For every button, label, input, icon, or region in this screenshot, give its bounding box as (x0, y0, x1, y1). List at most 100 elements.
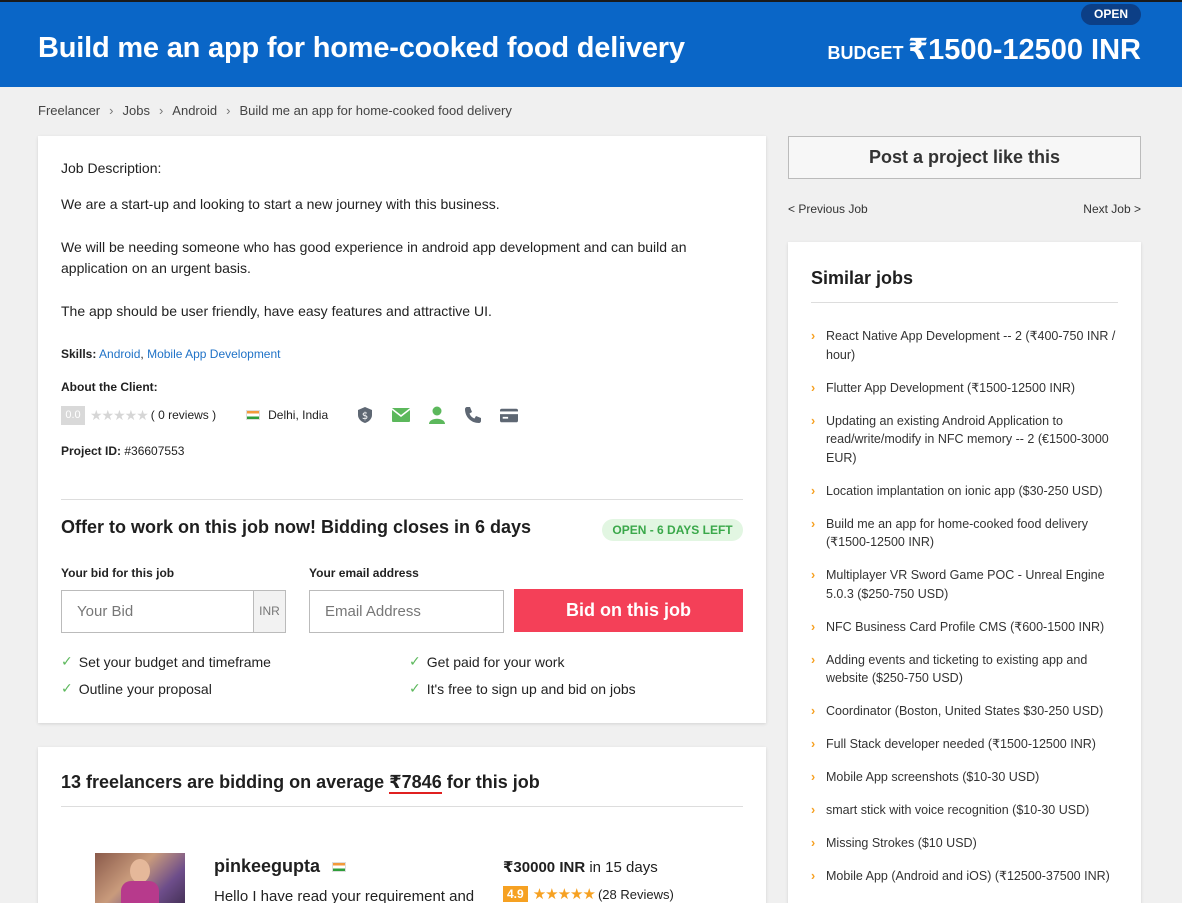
breadcrumb: Freelancer › Jobs › Android › Build me an app … (38, 103, 512, 118)
bid-placeholder: Your Bid (77, 603, 134, 620)
profile-verified-icon (428, 406, 446, 424)
description-paragraph: We are a start-up and looking to start a… (61, 196, 500, 212)
status-badge: OPEN (1081, 4, 1141, 25)
next-job-link[interactable]: Next Job > (1083, 202, 1141, 216)
breadcrumb-jobs[interactable]: Jobs (122, 103, 149, 118)
budget-label: BUDGET (827, 43, 904, 63)
client-reviews: ( 0 reviews ) (150, 408, 217, 422)
bid-button[interactable]: Bid on this job (514, 589, 743, 632)
bidder-name[interactable]: pinkeegupta (214, 856, 347, 877)
india-flag-icon (332, 861, 347, 872)
rating-stars: ★★★★★ (532, 886, 596, 903)
bidder-username[interactable]: pinkeegupta (214, 856, 320, 877)
post-project-button[interactable]: Post a project like this (788, 136, 1141, 179)
similar-job-link[interactable]: smart stick with voice recognition ($10-… (811, 801, 1121, 820)
client-rating: 0.0 (61, 405, 85, 425)
email-label: Your email address (309, 566, 419, 580)
divider (811, 302, 1118, 303)
bidder-proposal: Hello I have read your requirement and (214, 888, 475, 903)
bidders-card: 13 freelancers are bidding on average ₹7… (38, 747, 766, 903)
similar-job-link[interactable]: React Native App Development -- 2 (₹400-… (811, 327, 1121, 364)
bid-amount: ₹30000 INR in 15 days (503, 858, 658, 876)
job-details-card: Job Description: We are a start-up and l… (38, 136, 766, 723)
bid-input[interactable]: Your Bid INR (61, 590, 286, 633)
breadcrumb-freelancer[interactable]: Freelancer (38, 103, 100, 118)
client-info: 0.0 ★★★★★ ( 0 reviews ) Delhi, India $ (61, 404, 536, 426)
budget: BUDGET ₹1500-12500 INR (828, 32, 1141, 67)
similar-job-link[interactable]: Updating an existing Android Application… (811, 412, 1121, 468)
similar-job-link[interactable]: Build me an app for home-cooked food del… (811, 515, 1121, 552)
skill-link-mobile-app[interactable]: Mobile App Development (147, 347, 280, 361)
rating-score: 4.9 (503, 886, 528, 902)
check-icon: ✓ (61, 653, 73, 669)
bidders-title-text: 13 freelancers are bidding on average (61, 772, 390, 792)
breadcrumb-android[interactable]: Android (172, 103, 217, 118)
rating-reviews: (28 Reviews) (597, 886, 674, 902)
benefit-item: ✓ Outline your proposal (61, 680, 212, 697)
project-id-value: #36607553 (124, 444, 185, 458)
email-verified-icon (392, 406, 411, 424)
check-icon: ✓ (409, 653, 421, 669)
job-header: Build me an app for home-cooked food del… (0, 0, 1182, 87)
breadcrumb-separator: › (109, 103, 114, 118)
benefit-item: ✓ It's free to sign up and bid on jobs (409, 680, 636, 697)
similar-job-link[interactable]: Mobile App (Android and iOS) (₹12500-375… (811, 867, 1121, 886)
verification-icons: $ (356, 406, 536, 424)
similar-job-link[interactable]: Flutter App Development (₹1500-12500 INR… (811, 379, 1121, 398)
payment-verified-icon: $ (356, 406, 374, 424)
benefit-text: Set your budget and timeframe (78, 653, 271, 670)
similar-jobs-title: Similar jobs (811, 268, 914, 288)
project-id-label: Project ID: (61, 444, 122, 458)
similar-job-link[interactable]: Missing Strokes ($10 USD) (811, 834, 1121, 853)
skills: Skills: Android, Mobile App Development (61, 347, 281, 361)
similar-job-link[interactable]: Adding events and ticketing to existing … (811, 651, 1121, 688)
description-paragraph: The app should be user friendly, have ea… (61, 303, 492, 319)
divider (61, 499, 743, 500)
benefit-item: ✓ Set your budget and timeframe (61, 653, 271, 670)
similar-job-link[interactable]: Location implantation on ionic app ($30-… (811, 482, 1121, 501)
phone-icon (464, 406, 482, 424)
client-location: Delhi, India (268, 408, 329, 422)
bidders-title-text: for this job (441, 772, 540, 792)
divider (61, 806, 743, 807)
job-description-label: Job Description: (61, 160, 162, 176)
similar-job-link[interactable]: Full Stack developer needed (₹1500-12500… (811, 735, 1121, 754)
offer-title: Offer to work on this job now! Bidding c… (61, 517, 532, 537)
avatar[interactable] (95, 853, 185, 903)
benefit-item: ✓ Get paid for your work (409, 653, 564, 670)
average-bid: ₹7846 (389, 772, 442, 794)
breadcrumb-separator: › (158, 103, 164, 118)
benefit-text: Outline your proposal (78, 680, 212, 697)
project-id: Project ID: #36607553 (61, 444, 184, 458)
similar-job-link[interactable]: NFC Business Card Profile CMS (₹600-1500… (811, 618, 1121, 637)
check-icon: ✓ (61, 680, 73, 696)
about-client-label: About the Client: (61, 380, 158, 394)
check-icon: ✓ (409, 680, 421, 696)
india-flag-icon (246, 410, 261, 420)
payment-card-icon (500, 406, 519, 424)
benefit-text: It's free to sign up and bid on jobs (426, 680, 636, 697)
previous-job-link[interactable]: < Previous Job (788, 202, 868, 216)
bid-duration: in 15 days (585, 859, 658, 876)
bidder-rating: 4.9 ★★★★★ (28 Reviews) (503, 885, 674, 903)
email-input[interactable]: Email Address (309, 590, 504, 633)
bidders-title: 13 freelancers are bidding on average ₹7… (61, 772, 540, 794)
rating-stars: ★★★★★ (90, 406, 149, 423)
similar-job-link[interactable]: Mobile App screenshots ($10-30 USD) (811, 768, 1121, 787)
bid-label: Your bid for this job (61, 566, 175, 580)
bid-amount-value: ₹30000 INR (503, 859, 586, 876)
breadcrumb-separator: › (226, 103, 231, 118)
open-days-badge: OPEN - 6 DAYS LEFT (602, 519, 743, 541)
svg-text:$: $ (362, 411, 368, 422)
skill-link-android[interactable]: Android (99, 347, 140, 361)
bid-currency: INR (253, 591, 285, 632)
skills-label: Skills: (61, 347, 97, 361)
similar-jobs-card: Similar jobs React Native App Developmen… (788, 242, 1141, 903)
benefit-text: Get paid for your work (426, 653, 565, 670)
description-paragraph: We will be needing someone who has good … (61, 239, 687, 276)
budget-value: ₹1500-12500 INR (908, 34, 1141, 66)
similar-job-link[interactable]: Multiplayer VR Sword Game POC - Unreal E… (811, 566, 1121, 603)
job-title: Build me an app for home-cooked food del… (38, 32, 685, 64)
similar-job-link[interactable]: Coordinator (Boston, United States $30-2… (811, 702, 1121, 721)
breadcrumb-current: Build me an app for home-cooked food del… (239, 103, 512, 118)
